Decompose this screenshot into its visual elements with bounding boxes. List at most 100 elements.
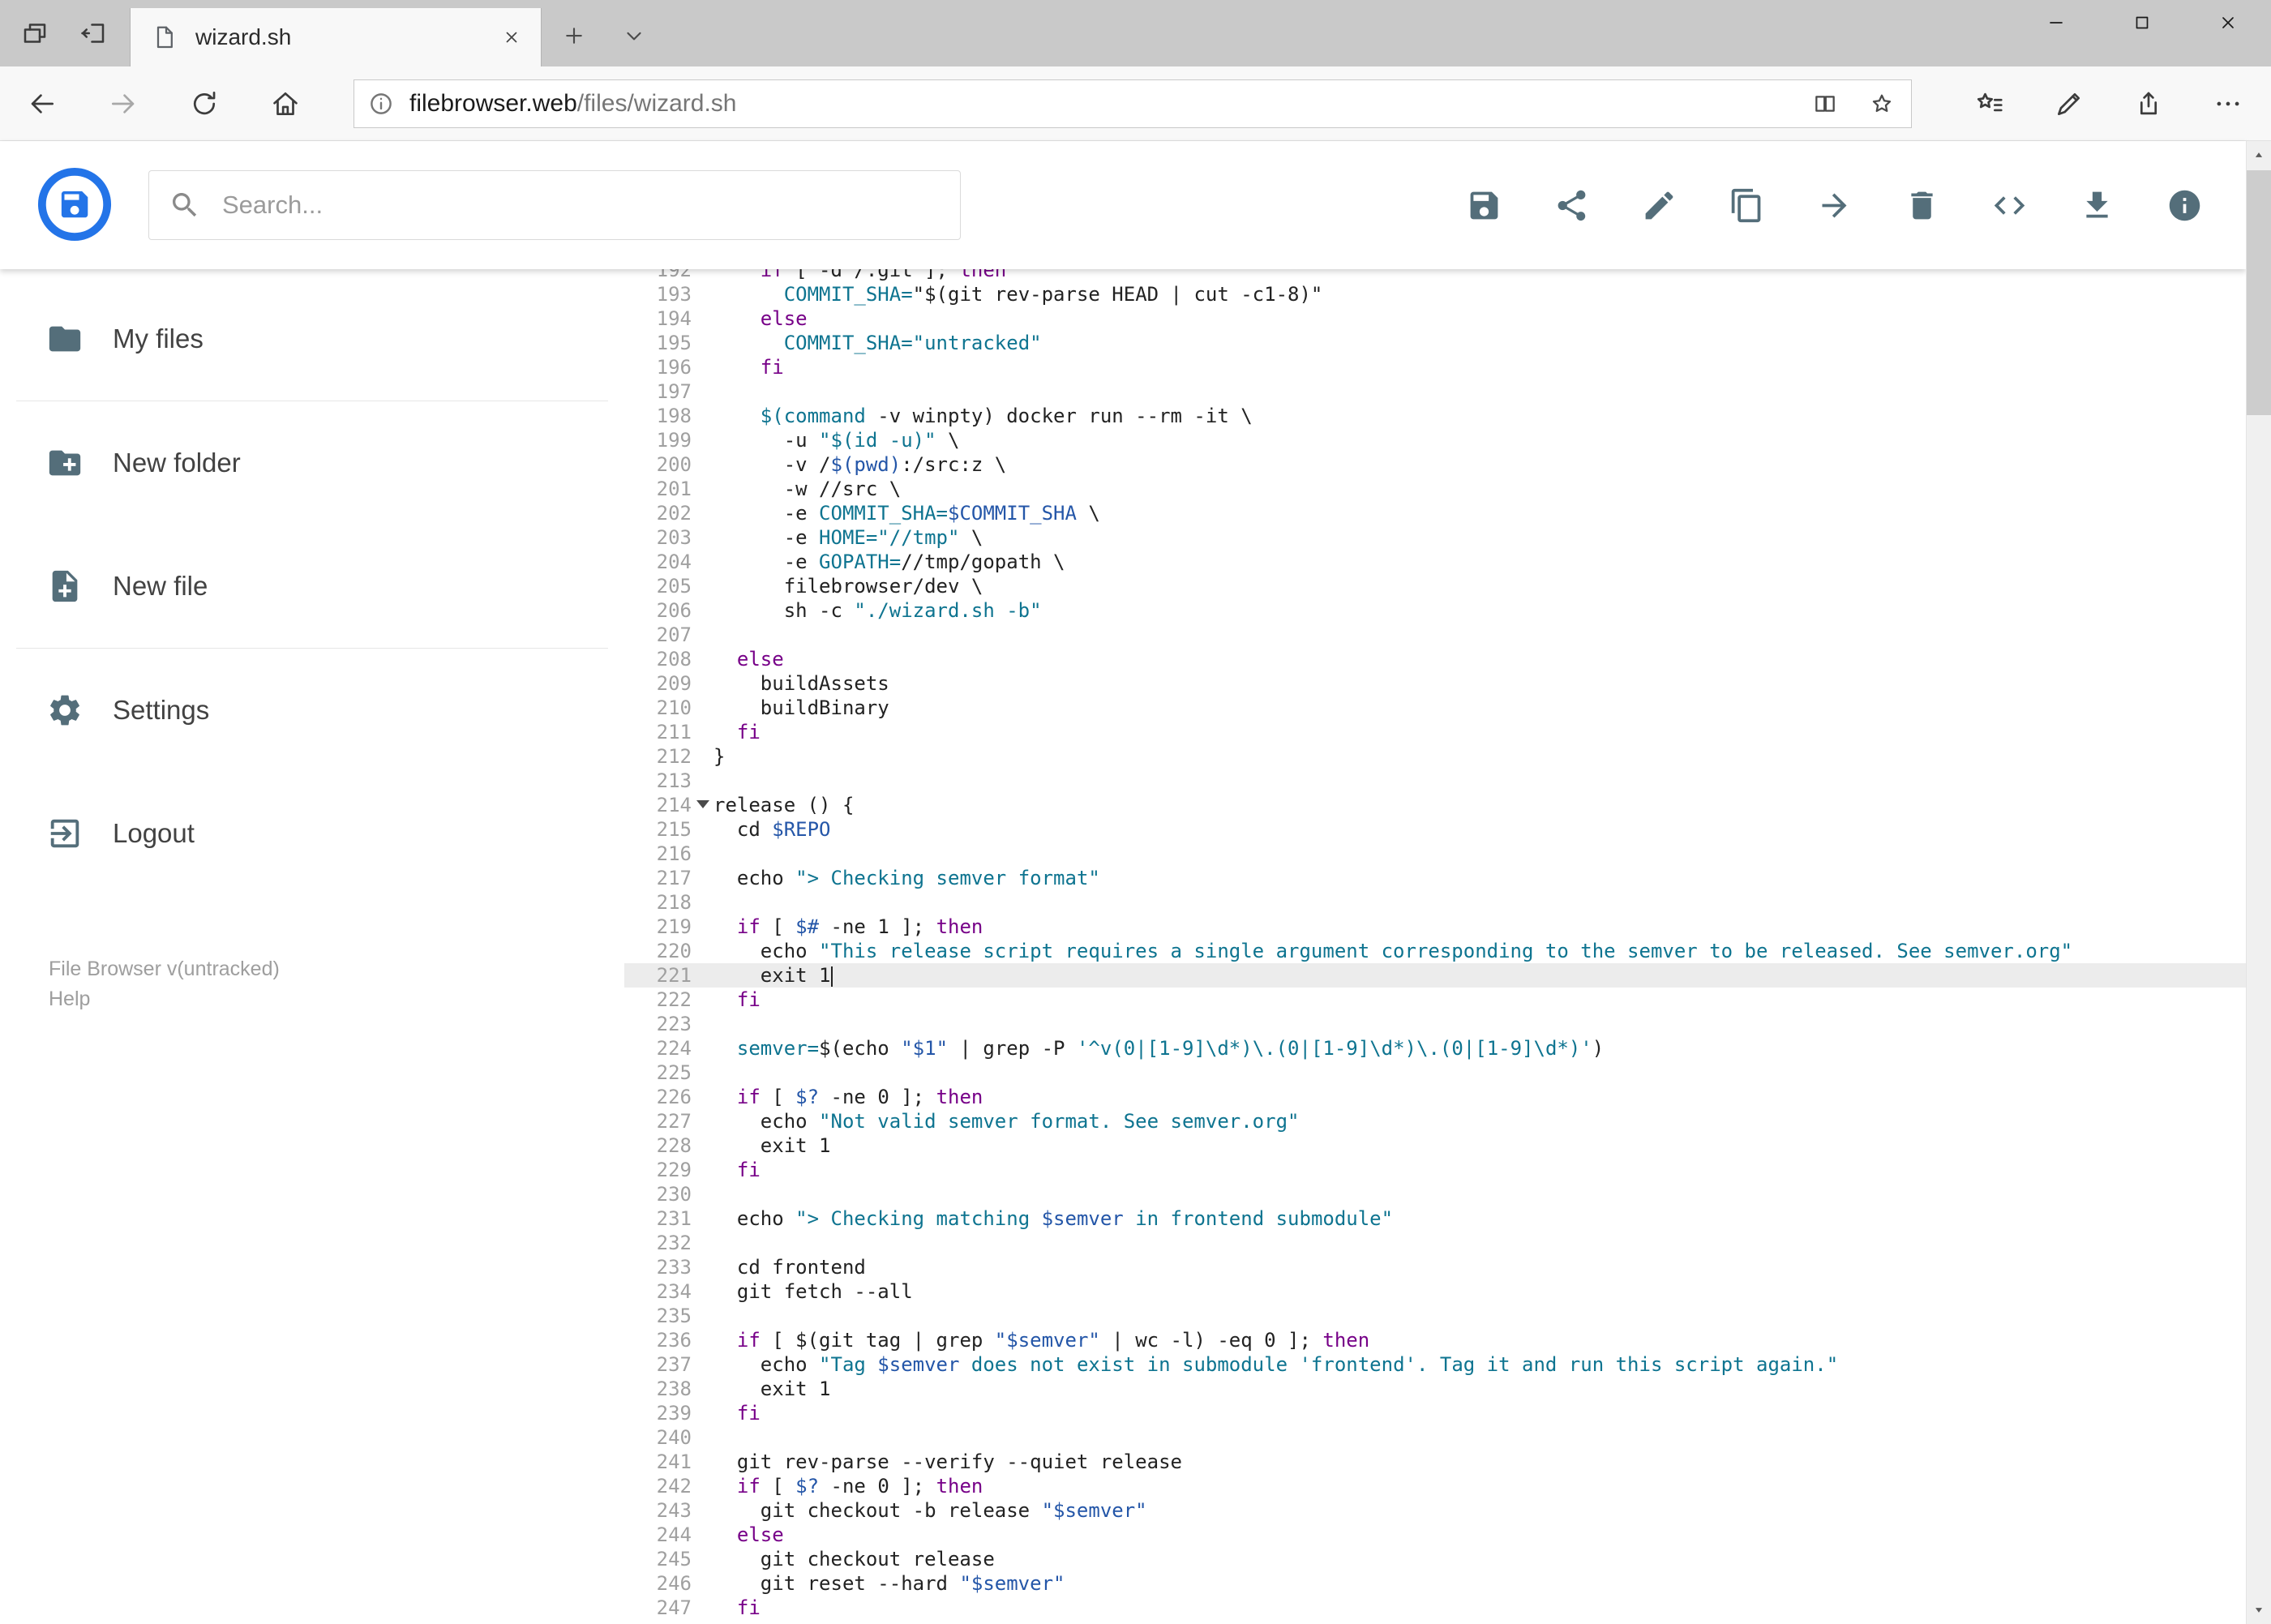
code-text[interactable] [713,1182,2246,1206]
code-text[interactable]: cd frontend [713,1255,2246,1279]
code-text[interactable]: echo "This release script requires a sin… [713,939,2246,963]
minimize-button[interactable] [2013,0,2099,45]
code-text[interactable]: } [713,744,2246,769]
code-text[interactable]: else [713,1523,2246,1547]
code-text[interactable]: fi [713,1401,2246,1425]
code-text[interactable] [713,842,2246,866]
code-text[interactable]: filebrowser/dev \ [713,574,2246,598]
code-text[interactable]: else [713,306,2246,331]
more-button[interactable] [2202,78,2254,130]
download-button[interactable] [2070,178,2123,232]
fold-icon[interactable] [696,800,709,808]
home-button[interactable] [259,78,311,130]
code-text[interactable]: COMMIT_SHA="untracked" [713,331,2246,355]
search-input[interactable] [222,191,941,220]
code-text[interactable] [713,1231,2246,1255]
sidebar-item-my-files[interactable]: My files [0,277,624,401]
page-scrollbar[interactable] [2246,141,2271,1624]
code-text[interactable]: fi [713,1596,2246,1620]
code-text[interactable] [713,769,2246,793]
new-tab-button[interactable] [550,11,598,60]
tab-wizard-sh[interactable]: wizard.sh [130,8,542,66]
filebrowser-logo[interactable] [36,166,113,242]
delete-button[interactable] [1895,178,1948,232]
code-text[interactable] [713,1061,2246,1085]
code-text[interactable]: exit 1 [713,1133,2246,1158]
code-text[interactable]: cd $REPO [713,817,2246,842]
tab-preview-button[interactable] [11,10,58,57]
code-text[interactable]: -e GOPATH=//tmp/gopath \ [713,550,2246,574]
code-text[interactable] [713,1425,2246,1450]
code-text[interactable]: git rev-parse --verify --quiet release [713,1450,2246,1474]
save-button[interactable] [1457,178,1510,232]
code-text[interactable]: echo "Tag $semver does not exist in subm… [713,1352,2246,1377]
close-window-button[interactable] [2185,0,2271,45]
code-text[interactable]: exit 1 [713,963,2246,988]
tab-list-button[interactable] [610,11,658,60]
code-text[interactable]: echo "> Checking semver format" [713,866,2246,890]
code-text[interactable]: fi [713,1158,2246,1182]
sidebar-item-logout[interactable]: Logout [0,772,624,895]
code-text[interactable]: if [ $? -ne 0 ]; then [713,1474,2246,1498]
code-text[interactable]: echo "> Checking matching $semver in fro… [713,1206,2246,1231]
code-text[interactable]: -u "$(id -u)" \ [713,428,2246,452]
code-text[interactable]: git reset --hard "$semver" [713,1571,2246,1596]
info-button[interactable] [2157,178,2211,232]
scrollbar-thumb[interactable] [2247,170,2271,415]
code-text[interactable]: -v /$(pwd):/src:z \ [713,452,2246,477]
code-text[interactable]: release () { [713,793,2246,817]
code-text[interactable]: fi [713,355,2246,379]
rename-button[interactable] [1632,178,1686,232]
code-text[interactable]: fi [713,988,2246,1012]
tabs-aside-button[interactable] [70,10,117,57]
share-button[interactable] [1545,178,1598,232]
code-text[interactable]: git fetch --all [713,1279,2246,1304]
copy-button[interactable] [1720,178,1773,232]
code-text[interactable] [713,623,2246,647]
forward-button[interactable] [97,78,149,130]
code-text[interactable]: git checkout release [713,1547,2246,1571]
reading-view-button[interactable] [1802,84,1848,124]
code-text[interactable]: -e HOME="//tmp" \ [713,525,2246,550]
share-page-button[interactable] [2123,78,2175,130]
annotate-button[interactable] [2043,78,2095,130]
code-text[interactable]: if [ -d /.git ]; then [713,269,2246,282]
code-text[interactable]: $(command -v winpty) docker run --rm -it… [713,404,2246,428]
code-text[interactable]: echo "Not valid semver format. See semve… [713,1109,2246,1133]
code-text[interactable]: if [ $? -ne 0 ]; then [713,1085,2246,1109]
code-text[interactable]: buildAssets [713,671,2246,696]
code-text[interactable] [713,1304,2246,1328]
code-text[interactable]: -e COMMIT_SHA=$COMMIT_SHA \ [713,501,2246,525]
code-text[interactable] [713,1012,2246,1036]
code-editor[interactable]: 192 if [ -d /.git ]; then 193 COMMIT_SHA=… [624,269,2246,1624]
sidebar-item-new-file[interactable]: New file [0,525,624,648]
code-text[interactable] [713,379,2246,404]
code-button[interactable] [1982,178,2036,232]
code-text[interactable]: if [ $(git tag | grep "$semver" | wc -l)… [713,1328,2246,1352]
refresh-button[interactable] [178,78,230,130]
code-text[interactable]: if [ $# -ne 1 ]; then [713,915,2246,939]
close-tab-button[interactable] [491,16,533,58]
sidebar-item-new-folder[interactable]: New folder [0,401,624,525]
search-box[interactable] [148,170,961,240]
scroll-down-button[interactable] [2247,1596,2271,1624]
code-text[interactable]: COMMIT_SHA="$(git rev-parse HEAD | cut -… [713,282,2246,306]
code-text[interactable]: exit 1 [713,1377,2246,1401]
code-text[interactable]: git checkout -b release "$semver" [713,1498,2246,1523]
maximize-button[interactable] [2099,0,2185,45]
code-text[interactable]: sh -c "./wizard.sh -b" [713,598,2246,623]
back-button[interactable] [16,78,68,130]
sidebar-item-settings[interactable]: Settings [0,649,624,772]
code-text[interactable] [713,890,2246,915]
code-text[interactable]: else [713,647,2246,671]
address-bar[interactable]: filebrowser.web/files/wizard.sh [354,79,1912,128]
move-button[interactable] [1807,178,1861,232]
code-text[interactable]: semver=$(echo "$1" | grep -P '^v(0|[1-9]… [713,1036,2246,1061]
code-text[interactable]: -w //src \ [713,477,2246,501]
help-link[interactable]: Help [49,984,280,1014]
scroll-up-button[interactable] [2247,141,2271,169]
code-text[interactable]: buildBinary [713,696,2246,720]
code-text[interactable]: fi [713,720,2246,744]
hub-button[interactable] [1964,78,2016,130]
add-favorite-button[interactable] [1859,84,1905,124]
